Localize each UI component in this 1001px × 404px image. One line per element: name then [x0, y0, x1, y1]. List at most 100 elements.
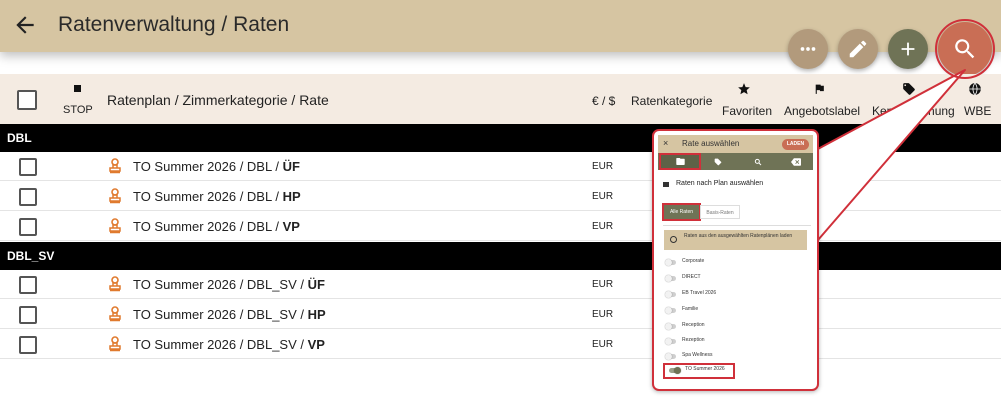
plan-toggle-item[interactable]: Rezeption [665, 336, 796, 348]
all-rates-button[interactable]: Alle Raten [662, 203, 701, 221]
row-rate-name: TO Summer 2026 / DBL / ÜF [133, 159, 300, 174]
column-currency[interactable]: € / $ [592, 94, 615, 108]
tab-search[interactable] [748, 153, 768, 170]
row-rate-path: TO Summer 2026 / DBL_SV / [133, 337, 308, 352]
rate-stamp-icon [109, 218, 121, 234]
table-header: STOP Ratenplan / Zimmerkategorie / Rate … [0, 74, 1001, 124]
column-offer-label[interactable]: Angebotslabel [784, 104, 860, 118]
page-title: Ratenverwaltung / Raten [58, 13, 290, 36]
plan-toggle-item[interactable]: Reception [665, 321, 796, 333]
row-checkbox[interactable] [19, 188, 37, 206]
divider [663, 225, 811, 226]
table-row[interactable]: TO Summer 2026 / DBL / HP EUR [0, 182, 1001, 211]
plan-label: EB Travel 2026 [682, 290, 717, 296]
add-button[interactable] [888, 29, 928, 69]
dialog-tabs [658, 153, 813, 170]
row-rate-name: TO Summer 2026 / DBL_SV / VP [133, 337, 325, 352]
tag-icon [903, 83, 915, 95]
row-rate-name: TO Summer 2026 / DBL_SV / HP [133, 307, 326, 322]
row-checkbox[interactable] [19, 218, 37, 236]
group-label: DBL_SV [7, 249, 55, 263]
toggle-switch[interactable] [665, 291, 676, 298]
toggle-switch[interactable] [665, 275, 676, 282]
row-checkbox[interactable] [19, 158, 37, 176]
plan-label: DIRECT [682, 274, 701, 280]
column-tag-label[interactable]: Kennzeichnung [872, 104, 955, 118]
info-text: Raten aus den ausgewählten Ratenplänen l… [684, 233, 793, 239]
row-rate-code: VP [282, 219, 300, 234]
edit-button[interactable] [838, 29, 878, 69]
tab-clear[interactable] [786, 153, 806, 170]
close-icon[interactable]: × [663, 138, 668, 148]
toggle-switch[interactable] [665, 323, 676, 330]
flag-icon [815, 84, 824, 94]
row-rate-path: TO Summer 2026 / DBL_SV / [133, 307, 308, 322]
toggle-switch[interactable] [665, 353, 676, 360]
base-rates-button[interactable]: Basis-Raten [700, 205, 740, 219]
column-rate-category[interactable]: Ratenkategorie [631, 94, 712, 108]
plan-toggle-item[interactable]: Corporate [665, 257, 796, 269]
row-rate-code: ÜF [282, 159, 300, 174]
zoom-rate-select-panel: × Rate auswählen LADEN Raten nach Plan a… [652, 129, 819, 391]
more-button[interactable] [788, 29, 828, 69]
select-all-checkbox[interactable] [17, 90, 37, 110]
plan-label: Corporate [682, 258, 705, 264]
backspace-icon [791, 157, 801, 166]
row-checkbox[interactable] [19, 336, 37, 354]
tag-icon [714, 158, 722, 165]
rate-stamp-icon [109, 188, 121, 204]
rate-stamp-icon [109, 276, 121, 292]
table-row[interactable]: TO Summer 2026 / DBL_SV / HP EUR [0, 300, 1001, 329]
plan-toggle-item[interactable]: DIRECT [665, 273, 796, 285]
group-header: DBL [0, 124, 1001, 152]
table-row[interactable]: TO Summer 2026 / DBL / VP EUR [0, 212, 1001, 241]
row-currency: EUR [592, 221, 614, 232]
toggle-switch[interactable] [665, 259, 676, 266]
plan-label: Spa Wellness [682, 352, 713, 358]
plus-icon [901, 42, 915, 56]
plan-toggle-item[interactable]: EB Travel 2026 [665, 289, 796, 301]
plan-toggle-item[interactable]: Familie [665, 305, 796, 317]
column-stop[interactable]: STOP [63, 104, 93, 116]
row-checkbox[interactable] [19, 276, 37, 294]
column-wbe[interactable]: WBE [964, 104, 991, 118]
row-currency: EUR [592, 339, 614, 350]
load-button[interactable]: LADEN [782, 139, 809, 150]
row-rate-path: TO Summer 2026 / DBL / [133, 189, 283, 204]
column-favorites[interactable]: Favoriten [722, 104, 772, 118]
table-row[interactable]: TO Summer 2026 / DBL / ÜF EUR [0, 152, 1001, 181]
tab-folder[interactable] [659, 153, 701, 170]
column-name[interactable]: Ratenplan / Zimmerkategorie / Rate [107, 92, 329, 108]
tab-tag[interactable] [708, 153, 728, 170]
row-currency: EUR [592, 161, 614, 172]
table-row[interactable]: TO Summer 2026 / DBL_SV / VP EUR [0, 330, 1001, 359]
row-rate-path: TO Summer 2026 / DBL / [133, 159, 283, 174]
row-rate-name: TO Summer 2026 / DBL_SV / ÜF [133, 277, 325, 292]
row-rate-path: TO Summer 2026 / DBL_SV / [133, 277, 308, 292]
more-horiz-icon [800, 47, 816, 51]
search-icon [955, 39, 975, 59]
plan-toggle-item-selected[interactable]: TO Summer 2026 [663, 363, 735, 379]
toggle-switch[interactable] [669, 367, 681, 374]
search-icon [754, 158, 762, 165]
rate-stamp-icon [109, 336, 121, 352]
row-rate-code: ÜF [307, 277, 325, 292]
back-arrow-icon[interactable] [12, 12, 38, 38]
group-header: DBL_SV [0, 242, 1001, 270]
rate-stamp-icon [109, 158, 121, 174]
plan-label: Familie [682, 306, 699, 312]
row-rate-code: HP [307, 307, 326, 322]
toggle-switch[interactable] [665, 338, 676, 345]
dialog-header: × Rate auswählen LADEN [658, 135, 813, 153]
group-label: DBL [7, 131, 32, 145]
stop-square-icon [74, 85, 81, 92]
table-row[interactable]: TO Summer 2026 / DBL_SV / ÜF EUR [0, 270, 1001, 299]
globe-icon [969, 82, 981, 96]
plan-label: TO Summer 2026 [685, 366, 725, 372]
plan-toggle-item[interactable]: Spa Wellness [665, 351, 796, 363]
info-banner: Raten aus den ausgewählten Ratenplänen l… [664, 230, 807, 250]
toggle-switch[interactable] [665, 307, 676, 314]
row-checkbox[interactable] [19, 306, 37, 324]
help-icon [670, 236, 677, 243]
search-button[interactable] [938, 22, 992, 76]
